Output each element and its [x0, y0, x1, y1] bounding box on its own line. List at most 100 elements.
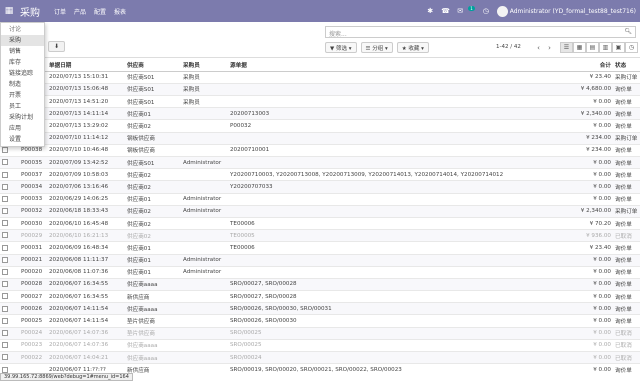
row-checkbox[interactable] — [0, 180, 19, 194]
kanban-view-icon[interactable]: ▦ — [573, 42, 586, 53]
table-row[interactable]: P00034 2020/07/06 13:16:46 供应商02 Y202007070… — [0, 180, 640, 194]
table-row[interactable]: P00028 2020/06/07 16:34:55 供应商aaaa SRO/0002… — [0, 277, 640, 291]
row-checkbox[interactable] — [0, 253, 19, 267]
pager-value[interactable]: 1-42 / 42 — [496, 44, 521, 50]
pager-next-icon[interactable]: › — [545, 42, 554, 53]
row-checkbox[interactable] — [0, 168, 19, 181]
nav-item-products[interactable]: 产品 — [74, 7, 86, 16]
dropdown-item[interactable]: 采购计划 — [1, 112, 44, 123]
dropdown-item[interactable]: 设置 — [1, 134, 44, 145]
row-checkbox[interactable] — [0, 229, 19, 242]
grid-view-icon[interactable]: ▤ — [586, 42, 599, 53]
search-icon[interactable]: 🔍︎ — [624, 28, 632, 35]
table-row[interactable]: P00032 2020/06/18 18:33:43 供应商02 Administra… — [0, 204, 640, 218]
table-row[interactable]: P00026 2020/06/07 14:11:54 供应商aaaa SRO/0002… — [0, 302, 640, 315]
bug-icon[interactable]: ✱ — [426, 7, 434, 15]
cell-source — [228, 204, 543, 218]
row-checkbox[interactable] — [0, 350, 19, 364]
cell-source: 20200710001 — [228, 143, 543, 157]
cell-total: ¥ 0.00 — [543, 180, 613, 194]
table-row[interactable]: P00035 2020/07/09 13:42:52 供应商S01 Administr… — [0, 155, 640, 169]
col-header-buyer[interactable]: 采购员 — [181, 59, 228, 72]
table-row[interactable]: P00020 2020/06/08 11:07:36 供应商01 Administra… — [0, 265, 640, 279]
col-header-state[interactable]: 状态 — [613, 59, 640, 72]
dropdown-item[interactable]: 制造 — [1, 79, 44, 90]
nav-item-reports[interactable]: 报表 — [114, 7, 126, 16]
row-checkbox[interactable] — [0, 192, 19, 206]
row-checkbox[interactable] — [0, 338, 19, 352]
dropdown-item[interactable]: 库存 — [1, 57, 44, 68]
user-menu[interactable]: Administrator (YD_formal_test88_test716) — [496, 5, 636, 17]
table-row[interactable]: P00030 2020/06/10 16:45:48 供应商02 TE00006 ¥ 7… — [0, 216, 640, 230]
list-view-icon[interactable]: ☰ — [560, 42, 573, 53]
cell-ref: P00031 — [19, 241, 47, 254]
row-checkbox[interactable] — [0, 326, 19, 340]
graph-view-icon[interactable]: ▥ — [599, 42, 612, 53]
row-checkbox[interactable] — [0, 241, 19, 254]
cell-buyer — [181, 241, 228, 254]
table-row[interactable]: P00024 2020/06/07 14:07:36 垫片供应商 SRO/00025 ¥… — [0, 326, 640, 340]
grid-icon[interactable]: ▦ — [0, 0, 18, 22]
dropdown-item[interactable]: 销售 — [1, 46, 44, 57]
row-checkbox[interactable] — [0, 155, 19, 169]
chat-badge: 1 — [468, 5, 475, 11]
table-row[interactable]: P00033 2020/06/29 14:06:25 供应商01 Administra… — [0, 192, 640, 206]
chat-icon[interactable]: ✉ — [456, 7, 464, 15]
cell-date: 2020/06/07 14:11:54 — [47, 302, 125, 315]
table-row[interactable]: P00023 2020/06/07 14:07:36 供应商aaaa SRO/0002… — [0, 338, 640, 352]
nav-item-config[interactable]: 配置 — [94, 7, 106, 16]
table-row[interactable]: P00029 2020/06/10 16:21:13 供应商02 TE00005 ¥ 9… — [0, 229, 640, 242]
row-checkbox[interactable] — [0, 290, 19, 303]
pager-prev-icon[interactable]: ‹ — [534, 42, 543, 53]
table-row[interactable]: 2020/07/13 15:10:31 供应商S01 采购员 ¥ 23.40 采购订单 — [0, 70, 640, 84]
activity-view-icon[interactable]: ◷ — [625, 42, 638, 53]
row-checkbox[interactable] — [0, 204, 19, 218]
table-row[interactable]: P00031 2020/06/09 16:48:34 供应商01 TE00006 ¥ 2… — [0, 241, 640, 254]
dropdown-item[interactable]: 采购 — [1, 35, 44, 46]
cell-state: 询价单 — [613, 314, 640, 328]
dropdown-item[interactable]: 应用 — [1, 123, 44, 134]
row-checkbox[interactable] — [0, 216, 19, 230]
table-row[interactable]: 2020/07/13 15:06:48 供应商S01 采购员 ¥ 4,680.00 询价… — [0, 82, 640, 96]
filter-button[interactable]: ▼ 筛选 ▾ — [325, 42, 357, 53]
dropdown-item[interactable]: 开票 — [1, 90, 44, 101]
table-row[interactable]: P00027 2020/06/07 16:34:55 新供应商 SRO/00027, … — [0, 290, 640, 303]
dropdown-item[interactable]: 讨论 — [1, 24, 44, 35]
col-header-date[interactable]: 单据日期 — [47, 59, 125, 72]
table-row[interactable]: 2020/07/13 14:11:14 供应商01 20200713003 ¥ 2,3… — [0, 107, 640, 120]
cell-source — [228, 253, 543, 267]
col-header-vendor[interactable]: 供应商 — [125, 59, 181, 72]
row-checkbox[interactable] — [0, 265, 19, 279]
cell-total: ¥ 23.40 — [543, 241, 613, 254]
group-button[interactable]: ☰ 分组 ▾ — [360, 42, 393, 53]
table-row[interactable]: P00025 2020/06/07 14:11:54 垫片供应商 SRO/00026,… — [0, 314, 640, 328]
search-input[interactable]: 搜索... 🔍︎ — [325, 26, 636, 38]
table-row[interactable]: P00022 2020/06/07 14:04:21 供应商aaaa SRO/0002… — [0, 350, 640, 364]
cell-vendor: 供应商S01 — [125, 82, 181, 96]
row-checkbox[interactable] — [0, 302, 19, 315]
table-row[interactable]: 2020/07/13 13:29:02 供应商02 P00032 ¥ 0.00 询价单 — [0, 119, 640, 133]
cell-buyer: Administrator — [181, 253, 228, 267]
col-header-source[interactable]: 源单据 — [228, 59, 543, 72]
table-row[interactable]: P00038 2020/07/10 10:46:48 钢板供应商 2020071000… — [0, 143, 640, 157]
table-row[interactable]: 2020/07/10 11:14:12 钢板供应商 ¥ 234.00 采购订单 — [0, 131, 640, 145]
table-row[interactable]: 2020/07/13 14:51:20 供应商S01 采购员 ¥ 0.00 询价单 — [0, 95, 640, 108]
col-header-total[interactable]: 合计 — [543, 59, 613, 72]
table-row[interactable]: P00037 2020/07/09 10:58:03 供应商02 Y202007100… — [0, 168, 640, 181]
import-button[interactable]: ⬇ — [48, 41, 65, 52]
app-brand[interactable]: 采购 — [18, 4, 54, 19]
cell-vendor: 供应商02 — [125, 216, 181, 230]
favorite-button[interactable]: ★ 收藏 ▾ — [396, 42, 429, 53]
calendar-view-icon[interactable]: ▣ — [612, 42, 625, 53]
table-row[interactable]: P00021 2020/06/08 11:11:37 供应商01 Administra… — [0, 253, 640, 267]
row-checkbox[interactable] — [0, 277, 19, 291]
nav-item-orders[interactable]: 订单 — [54, 7, 66, 16]
dropdown-item[interactable]: 链接追踪 — [1, 68, 44, 79]
cell-date: 2020/06/18 18:33:43 — [47, 204, 125, 218]
dropdown-item[interactable]: 员工 — [1, 101, 44, 112]
cell-date: 2020/06/10 16:21:13 — [47, 229, 125, 242]
row-checkbox[interactable] — [0, 314, 19, 328]
clock-icon[interactable]: ◷ — [482, 7, 490, 15]
phone-icon[interactable]: ☎ — [441, 7, 450, 15]
table-header: 单据日期 供应商 采购员 源单据 合计 状态 — [0, 59, 640, 72]
